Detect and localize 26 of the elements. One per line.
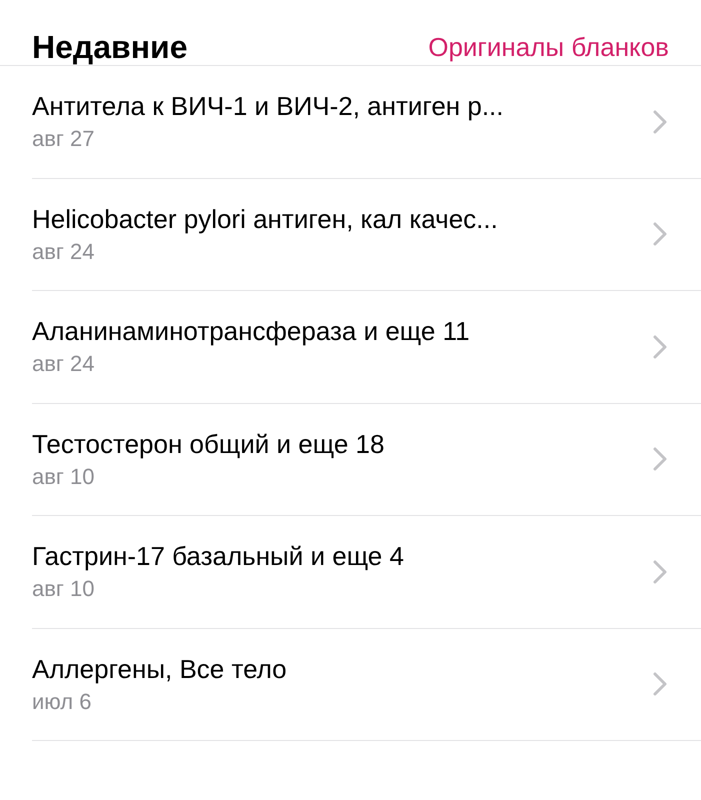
- chevron-right-icon: [653, 110, 667, 134]
- chevron-right-icon: [653, 447, 667, 472]
- item-title: Тестостерон общий и еще 18: [32, 428, 384, 460]
- item-date: авг 24: [32, 238, 96, 265]
- item-title: Гастрин-17 базальный и еще 4: [32, 541, 404, 572]
- chevron-right-icon: [653, 560, 667, 584]
- list-item[interactable]: Аланинаминотрансфераза и еще 11 авг 24: [32, 291, 701, 404]
- item-date: авг 10: [32, 576, 96, 602]
- item-date: июл 6: [32, 688, 92, 715]
- item-title: Антитела к ВИЧ-1 и ВИЧ-2, антиген р...: [32, 91, 504, 122]
- item-title: Аллергены, Все тело: [32, 654, 287, 685]
- item-title: Helicobacter pylori антиген, кал качес...: [32, 204, 498, 235]
- original-forms-link[interactable]: Оригиналы бланков: [428, 32, 669, 63]
- list-item[interactable]: Helicobacter pylori антиген, кал качес... авг 24: [32, 178, 701, 291]
- section-title: Недавние: [32, 29, 188, 66]
- list-item[interactable]: Антитела к ВИЧ-1 и ВИЧ-2, антиген р... авг 27: [32, 66, 701, 178]
- list-item[interactable]: Аллергены, Все тело июл 6: [32, 628, 701, 741]
- list-item[interactable]: Гастрин-17 базальный и еще 4 авг 10: [32, 516, 701, 628]
- item-title: Аланинаминотрансфераза и еще 11: [32, 316, 470, 348]
- item-date: авг 27: [32, 126, 96, 152]
- list-item[interactable]: Тестостерон общий и еще 18 авг 10: [32, 404, 701, 516]
- chevron-right-icon: [653, 334, 667, 359]
- chevron-right-icon: [653, 672, 667, 696]
- item-date: авг 10: [32, 464, 96, 490]
- chevron-right-icon: [653, 222, 667, 246]
- item-date: авг 24: [32, 351, 96, 378]
